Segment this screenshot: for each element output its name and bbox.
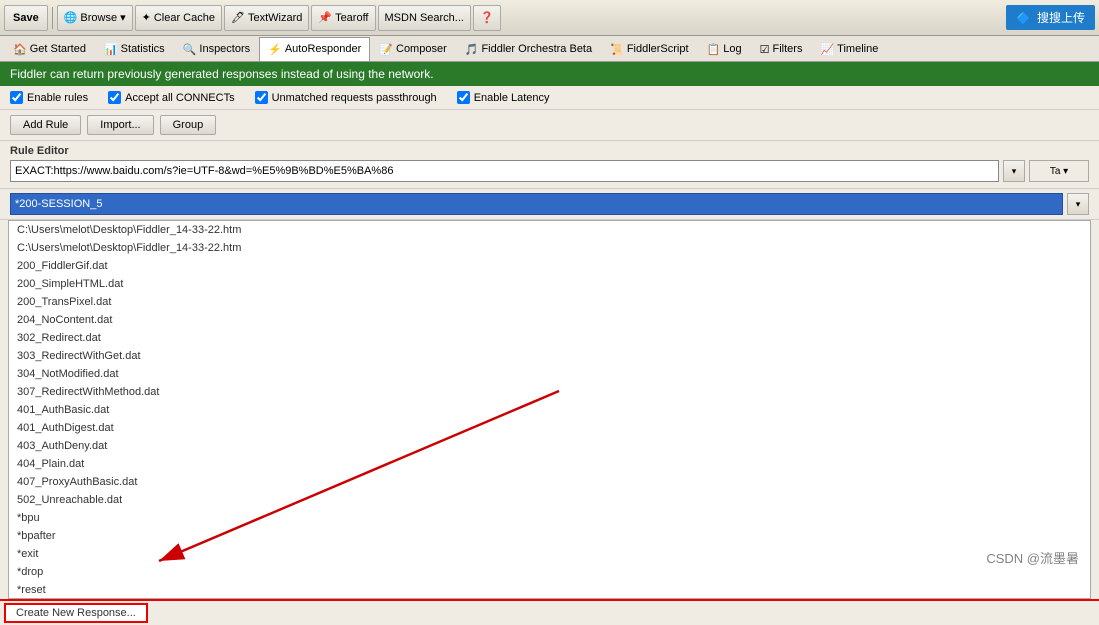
- tab-fiddler-orchestra[interactable]: 🎵 Fiddler Orchestra Beta: [456, 37, 601, 61]
- tab-inspectors[interactable]: 🔍 Inspectors: [174, 37, 259, 61]
- separator-1: [52, 7, 53, 29]
- list-item[interactable]: 200_FiddlerGif.dat: [9, 257, 1090, 275]
- selected-rule-input[interactable]: [10, 193, 1063, 215]
- timeline-icon: 📈: [820, 43, 834, 56]
- tab-timeline[interactable]: 📈 Timeline: [811, 37, 887, 61]
- autoresponder-icon: ⚡: [268, 43, 282, 56]
- add-rule-button[interactable]: Add Rule: [10, 115, 81, 135]
- globe-icon: 🌐: [64, 11, 78, 24]
- msdn-search-button[interactable]: MSDN Search...: [378, 5, 471, 31]
- tab-fiddlerscript[interactable]: 📜 FiddlerScript: [601, 37, 697, 61]
- tab-composer[interactable]: 📝 Composer: [370, 37, 455, 61]
- fiddlerscript-icon: 📜: [610, 43, 624, 56]
- create-btn-row: Create New Response...: [0, 599, 1099, 625]
- badge-icon: 🔷: [1016, 11, 1031, 25]
- get-started-icon: 🏠: [13, 43, 27, 56]
- rule-dropdown-button[interactable]: ▾: [1003, 160, 1025, 182]
- browse-button[interactable]: 🌐 Browse ▾: [57, 5, 133, 31]
- tab-statistics[interactable]: 📊 Statistics: [95, 37, 174, 61]
- list-item[interactable]: 502_Unreachable.dat: [9, 491, 1090, 509]
- list-item[interactable]: *exit: [9, 545, 1090, 563]
- enable-rules-checkbox[interactable]: Enable rules: [10, 91, 88, 104]
- list-item[interactable]: 303_RedirectWithGet.dat: [9, 347, 1090, 365]
- list-item[interactable]: 401_AuthDigest.dat: [9, 419, 1090, 437]
- save-button[interactable]: Save: [4, 5, 48, 31]
- import-button[interactable]: Import...: [87, 115, 153, 135]
- rule-editor-label: Rule Editor: [10, 145, 1089, 157]
- list-item[interactable]: *bpu: [9, 509, 1090, 527]
- tab-get-started[interactable]: 🏠 Get Started: [4, 37, 95, 61]
- list-item[interactable]: 407_ProxyAuthBasic.dat: [9, 473, 1090, 491]
- list-item[interactable]: 304_NotModified.dat: [9, 365, 1090, 383]
- list-item[interactable]: *reset: [9, 581, 1090, 599]
- toolbar: Save 🌐 Browse ▾ ✦ Clear Cache 🖊 TextWiza…: [0, 0, 1099, 36]
- tab-bar: 🏠 Get Started 📊 Statistics 🔍 Inspectors …: [0, 36, 1099, 62]
- list-item[interactable]: C:\Users\melot\Desktop\Fiddler_14-33-22.…: [9, 239, 1090, 257]
- list-items-container: C:\Users\melot\Desktop\Fiddler_14-33-22.…: [9, 221, 1090, 599]
- list-item[interactable]: 302_Redirect.dat: [9, 329, 1090, 347]
- list-item[interactable]: 404_Plain.dat: [9, 455, 1090, 473]
- button-row: Add Rule Import... Group: [0, 110, 1099, 141]
- list-item[interactable]: 200_SimpleHTML.dat: [9, 275, 1090, 293]
- list-item[interactable]: 307_RedirectWithMethod.dat: [9, 383, 1090, 401]
- group-button[interactable]: Group: [160, 115, 217, 135]
- info-bar: Fiddler can return previously generated …: [0, 62, 1099, 86]
- accept-connects-checkbox[interactable]: Accept all CONNECTs: [108, 91, 234, 104]
- tearoff-button[interactable]: 📌 Tearoff: [311, 5, 375, 31]
- top-badge[interactable]: 🔷 搜搜上传: [1006, 5, 1095, 30]
- orchestra-icon: 🎵: [465, 43, 479, 56]
- tearoff-icon: 📌: [318, 11, 332, 24]
- tab-autoresponder[interactable]: ⚡ AutoResponder: [259, 37, 370, 61]
- filters-icon: ☑: [760, 43, 770, 56]
- clear-cache-icon: ✦: [142, 11, 151, 24]
- text-wizard-button[interactable]: 🖊 TextWizard: [224, 5, 309, 31]
- list-item[interactable]: C:\Users\melot\Desktop\Fiddler_14-33-22.…: [9, 221, 1090, 239]
- rule-editor-section: Rule Editor ▾ Ta ▾: [0, 141, 1099, 189]
- list-item[interactable]: 403_AuthDeny.dat: [9, 437, 1090, 455]
- text-wizard-icon: 🖊: [231, 11, 245, 24]
- list-item[interactable]: *bpafter: [9, 527, 1090, 545]
- checkbox-bar: Enable rules Accept all CONNECTs Unmatch…: [0, 86, 1099, 110]
- help-icon: ❓: [480, 11, 494, 24]
- clear-cache-button[interactable]: ✦ Clear Cache: [135, 5, 222, 31]
- list-item[interactable]: 200_TransPixel.dat: [9, 293, 1090, 311]
- create-response-button[interactable]: Create New Response...: [4, 603, 148, 623]
- response-list[interactable]: C:\Users\melot\Desktop\Fiddler_14-33-22.…: [8, 220, 1091, 599]
- list-item[interactable]: *drop: [9, 563, 1090, 581]
- selected-rule-dropdown[interactable]: ▾: [1067, 193, 1089, 215]
- list-item[interactable]: 204_NoContent.dat: [9, 311, 1090, 329]
- enable-latency-checkbox[interactable]: Enable Latency: [457, 91, 550, 104]
- chevron-down-icon: ▾: [120, 11, 126, 24]
- tab-log[interactable]: 📋 Log: [698, 37, 751, 61]
- selected-rule-row: ▾: [0, 189, 1099, 220]
- help-button[interactable]: ❓: [473, 5, 501, 31]
- inspectors-icon: 🔍: [183, 43, 197, 56]
- log-icon: 📋: [707, 43, 721, 56]
- tab-filters[interactable]: ☑ Filters: [751, 37, 812, 61]
- rule-url-input[interactable]: [10, 160, 999, 182]
- unmatched-passthrough-checkbox[interactable]: Unmatched requests passthrough: [255, 91, 437, 104]
- main-content: Fiddler can return previously generated …: [0, 62, 1099, 625]
- rule-action-dropdown[interactable]: Ta ▾: [1029, 160, 1089, 182]
- composer-icon: 📝: [379, 43, 393, 56]
- list-item[interactable]: 401_AuthBasic.dat: [9, 401, 1090, 419]
- statistics-icon: 📊: [104, 43, 118, 56]
